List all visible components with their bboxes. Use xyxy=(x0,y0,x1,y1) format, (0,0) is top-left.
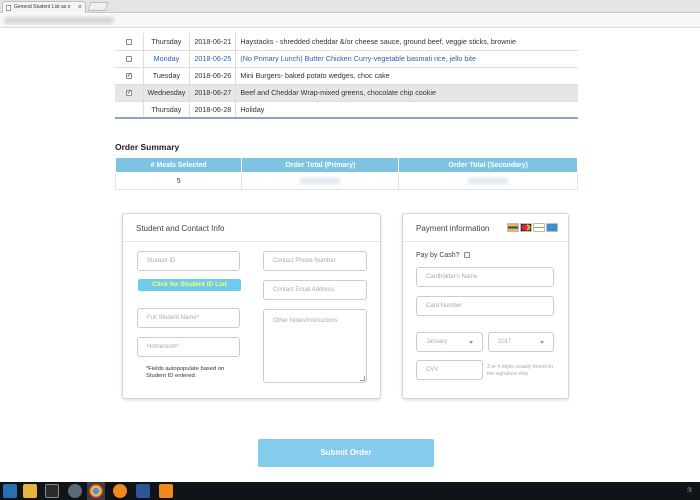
cvv-hint: 3 or 4 digits usually found on the signa… xyxy=(487,364,554,377)
calculator-icon[interactable] xyxy=(45,484,59,498)
meal-select-cell xyxy=(115,33,144,51)
pay-by-cash: Pay by Cash? xyxy=(416,252,470,259)
tab-title: General Student List as o xyxy=(14,4,71,10)
resize-handle-icon[interactable] xyxy=(360,376,365,381)
meal-select-cell: ✓ xyxy=(115,67,144,85)
email-field[interactable]: Contact Email Address xyxy=(263,280,367,300)
sublime-icon[interactable] xyxy=(159,484,173,498)
order-summary-table: # Meals Selected Order Total (Primary) O… xyxy=(114,157,578,190)
meal-day: Thursday xyxy=(143,101,191,119)
meal-row: ✓ Tuesday 2018-06-26 Mini Burgers- baked po… xyxy=(115,67,578,85)
homeroom-field[interactable]: Homeroom* xyxy=(137,337,240,357)
payment-panel-header: Payment information xyxy=(403,214,568,242)
expiry-year-value: 2017 xyxy=(498,339,512,345)
meal-date: 2018-06-28 xyxy=(189,101,237,119)
blurred-value xyxy=(300,177,341,184)
expiry-month-value: January xyxy=(426,339,448,345)
start-icon[interactable] xyxy=(3,484,17,498)
meal-menu: Holiday xyxy=(235,101,578,119)
discover-icon xyxy=(533,223,545,232)
payment-panel-title: Payment information xyxy=(416,224,490,233)
notes-textarea[interactable]: Other Notes/Instructions xyxy=(263,309,367,383)
close-icon[interactable]: × xyxy=(78,2,82,13)
meal-row: Monday 2018-06-25 (No Primary Lunch) Butte… xyxy=(115,50,578,68)
meal-day: Tuesday xyxy=(143,67,191,85)
full-name-field[interactable]: Full Student Name* xyxy=(137,308,240,328)
pay-by-cash-label: Pay by Cash? xyxy=(416,252,460,259)
total-secondary-value xyxy=(398,172,578,190)
order-summary-title: Order Summary xyxy=(115,142,180,152)
system-tray: ℛ xyxy=(687,488,692,494)
new-tab-button[interactable] xyxy=(87,2,109,11)
word-icon[interactable] xyxy=(136,484,150,498)
browser-tab-strip: General Student List as o × xyxy=(0,0,700,13)
meal-date: 2018-06-27 xyxy=(189,84,237,102)
card-logos xyxy=(507,223,558,232)
payment-panel: Payment information Pay by Cash? Cardhol… xyxy=(402,213,569,399)
meal-menu: Beef and Cheddar Wrap-mixed greens, choc… xyxy=(235,84,578,102)
card-number-field[interactable]: Card Number xyxy=(416,296,554,316)
cvv-field[interactable]: CVV xyxy=(416,360,483,380)
meal-row: Thursday 2018-06-21 Haystacks - shredded c… xyxy=(115,33,578,51)
chrome-icon[interactable] xyxy=(89,484,103,498)
student-id-list-button[interactable]: Click for Student ID List xyxy=(138,279,241,291)
autopopulate-note: *Fields autopopulate based on Student ID… xyxy=(146,366,225,379)
address-bar[interactable] xyxy=(0,14,700,28)
meal-checkbox[interactable] xyxy=(125,56,132,63)
meal-checkbox[interactable] xyxy=(125,38,132,45)
meal-checkbox[interactable]: ✓ xyxy=(125,90,132,97)
total-primary-value xyxy=(241,172,400,190)
media-player-icon[interactable] xyxy=(113,484,127,498)
app-icon[interactable] xyxy=(68,484,82,498)
meals-selected-value: 5 xyxy=(114,172,243,190)
meal-menu: Haystacks - shredded cheddar &/or cheese… xyxy=(235,33,578,51)
amex-icon xyxy=(546,223,558,232)
notes-placeholder: Other Notes/Instructions xyxy=(273,318,338,324)
browser-tab[interactable]: General Student List as o × xyxy=(2,1,86,13)
meal-date: 2018-06-21 xyxy=(189,33,237,51)
meal-date: 2018-06-25 xyxy=(189,50,237,68)
file-explorer-icon[interactable] xyxy=(23,484,37,498)
student-contact-panel: Student and Contact Info Student ID Clic… xyxy=(122,213,381,399)
expiry-year-select[interactable]: 2017 xyxy=(488,332,554,352)
pay-by-cash-checkbox[interactable] xyxy=(463,252,470,259)
meal-select-cell: ✓ xyxy=(115,84,144,102)
chevron-down-icon xyxy=(469,341,473,344)
blurred-value xyxy=(468,177,509,184)
blurred-url xyxy=(4,17,114,24)
meal-day: Monday xyxy=(143,50,191,68)
cardholder-name-field[interactable]: Cardholder's Name xyxy=(416,267,554,287)
meal-row: ✓ Wednesday 2018-06-27 Beef and Cheddar Wra… xyxy=(115,84,578,102)
meal-day: Thursday xyxy=(143,33,191,51)
meal-day: Wednesday xyxy=(143,84,191,102)
header-total-primary: Order Total (Primary) xyxy=(241,157,400,173)
header-total-secondary: Order Total (Secondary) xyxy=(398,157,578,173)
student-id-field[interactable]: Student ID xyxy=(137,251,240,271)
visa-icon xyxy=(507,223,519,232)
meal-row: Thursday 2018-06-28 Holiday xyxy=(115,101,578,119)
meal-menu: (No Primary Lunch) Butter Chicken Curry-… xyxy=(235,50,578,68)
meal-checkbox[interactable]: ✓ xyxy=(125,73,132,80)
page-icon xyxy=(6,5,11,11)
mastercard-icon xyxy=(520,223,532,232)
meal-date: 2018-06-26 xyxy=(189,67,237,85)
header-meals-selected: # Meals Selected xyxy=(114,157,243,173)
student-panel-title: Student and Contact Info xyxy=(123,214,380,242)
taskbar: ℛ xyxy=(0,482,700,500)
chevron-down-icon xyxy=(540,341,544,344)
meal-select-cell xyxy=(115,101,144,119)
meals-table: Thursday 2018-06-21 Haystacks - shredded c… xyxy=(115,33,578,119)
expiry-month-select[interactable]: January xyxy=(416,332,483,352)
phone-field[interactable]: Contact Phone Number xyxy=(263,251,367,271)
meal-select-cell xyxy=(115,50,144,68)
submit-order-button[interactable]: Submit Order xyxy=(258,439,434,467)
meal-menu: Mini Burgers- baked potato wedges, choc … xyxy=(235,67,578,85)
